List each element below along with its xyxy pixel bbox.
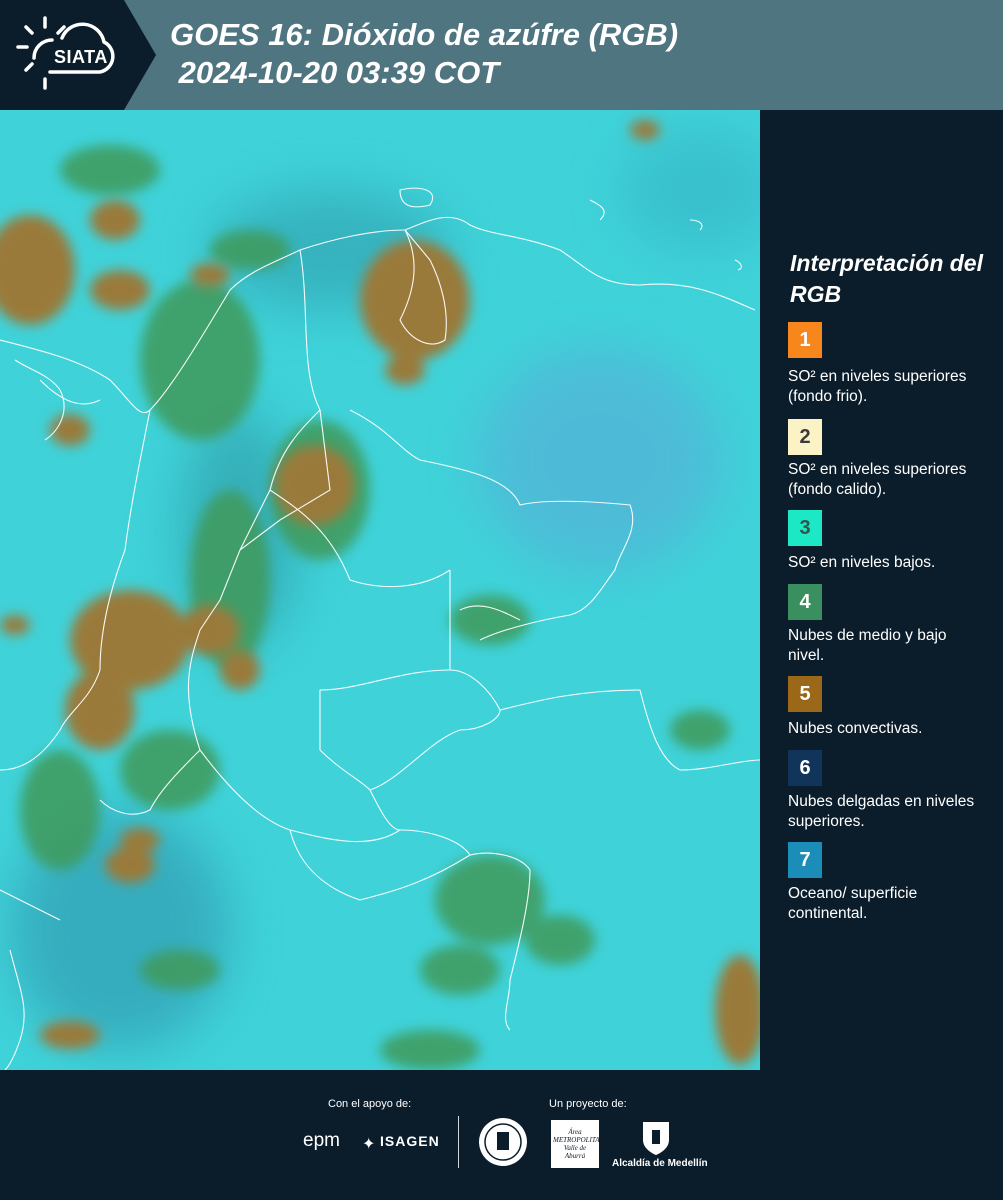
legend-swatch-6: 6 <box>788 750 822 786</box>
divider <box>458 1116 459 1168</box>
support-label: Con el apoyo de: <box>328 1098 412 1110</box>
isagen-logo: ISAGEN <box>380 1133 440 1149</box>
logo-text: SIATA <box>54 47 108 67</box>
legend-number: 5 <box>799 682 811 705</box>
legend-number: 6 <box>799 756 811 779</box>
legend-number: 1 <box>799 328 811 351</box>
alcaldia-shield-icon <box>643 1122 669 1155</box>
legend-label-7: Oceano/ superficie continental. <box>788 885 918 922</box>
medellin-seal-icon <box>479 1118 527 1166</box>
legend-number: 3 <box>799 516 811 539</box>
legend-number: 7 <box>799 848 811 871</box>
siata-logo: SIATA <box>0 0 155 110</box>
legend-number: 4 <box>799 590 811 613</box>
footer: Con el apoyo de: Un proyecto de: epm ✦ I… <box>0 1070 1003 1200</box>
legend-swatch-7: 7 <box>788 842 822 878</box>
alcaldia-logo: Alcaldía de Medellín <box>612 1158 708 1169</box>
legend-label-3: SO² en niveles bajos. <box>788 554 936 571</box>
legend-number: 2 <box>799 425 811 448</box>
legend-swatch-4: 4 <box>788 584 822 620</box>
area-metropolitana-logo: Área METROPOLITANA Valle de Aburrá <box>551 1120 599 1168</box>
legend-swatch-5: 5 <box>788 676 822 712</box>
legend-label-4: Nubes de medio y bajo nivel. <box>788 627 947 664</box>
isagen-icon: ✦ <box>362 1136 376 1153</box>
legend-panel: Interpretación del RGB 1 SO² en niveles … <box>760 110 1003 1070</box>
legend-label-2: SO² en niveles superiores (fondo calido)… <box>788 461 967 498</box>
satellite-image <box>0 110 760 1070</box>
header: SIATA GOES 16: Dióxido de azúfre (RGB) 2… <box>0 0 1003 110</box>
epm-logo: epm <box>303 1130 340 1151</box>
legend-swatch-3: 3 <box>788 510 822 546</box>
legend-label-6: Nubes delgadas en niveles superiores. <box>788 793 975 830</box>
page-title: GOES 16: Dióxido de azúfre (RGB) 2024-10… <box>170 16 678 92</box>
legend-label-1: SO² en niveles superiores (fondo frio). <box>788 368 967 405</box>
legend-label-5: Nubes convectivas. <box>788 720 923 737</box>
project-label: Un proyecto de: <box>549 1098 627 1110</box>
title-line-1: GOES 16: Dióxido de azúfre (RGB) <box>170 17 679 52</box>
title-line-2: 2024-10-20 03:39 COT <box>170 55 500 90</box>
legend-title: Interpretación del RGB <box>790 250 983 307</box>
legend-swatch-2: 2 <box>788 419 822 455</box>
legend-swatch-1: 1 <box>788 322 822 358</box>
area-metropolitana-text: Área METROPOLITANA Valle de Aburrá <box>553 1128 599 1160</box>
satellite-map <box>0 110 760 1070</box>
